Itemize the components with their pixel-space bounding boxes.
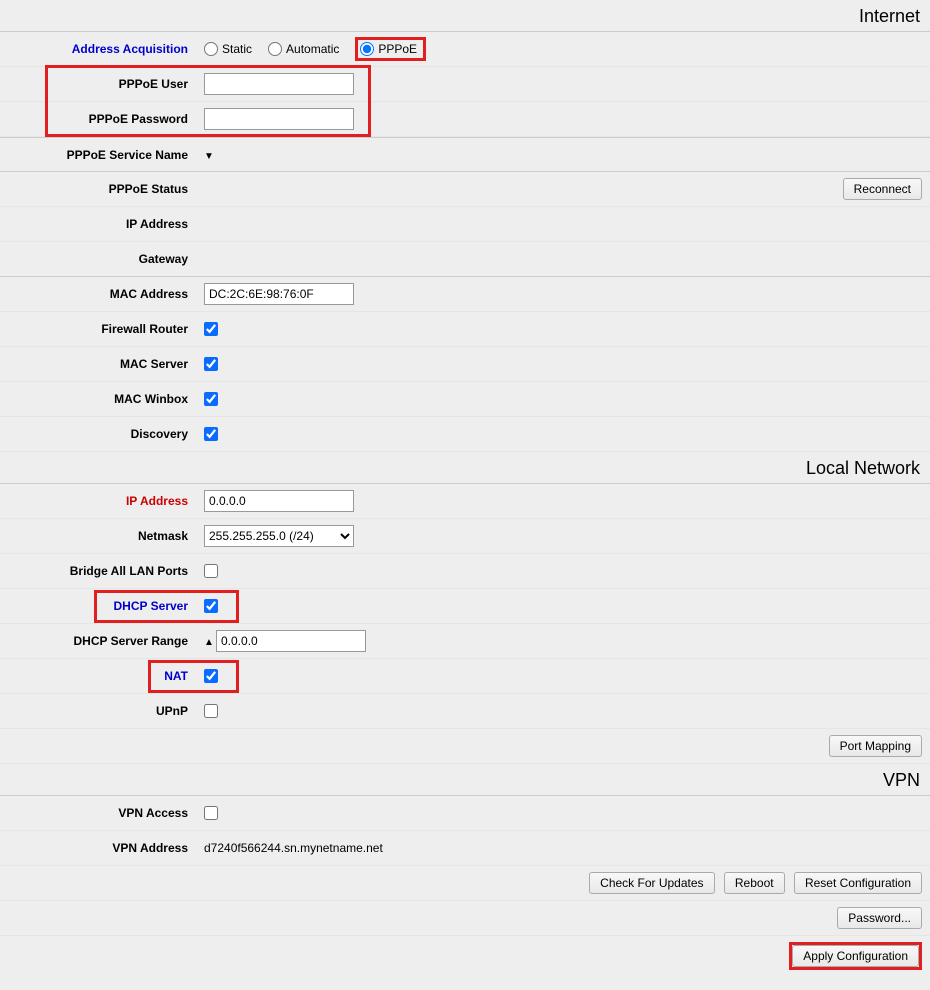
reset-config-button[interactable]: Reset Configuration bbox=[794, 872, 922, 894]
row-pppoe-password: PPPoE Password bbox=[0, 102, 930, 137]
pppoe-user-input[interactable] bbox=[204, 73, 354, 95]
dhcp-server-checkbox[interactable] bbox=[204, 599, 218, 613]
discovery-checkbox[interactable] bbox=[204, 427, 218, 441]
label-bridge-all: Bridge All LAN Ports bbox=[0, 564, 200, 578]
label-dhcp-range: DHCP Server Range bbox=[0, 634, 200, 648]
label-netmask: Netmask bbox=[0, 529, 200, 543]
row-discovery: Discovery bbox=[0, 417, 930, 452]
row-dhcp-server: DHCP Server bbox=[0, 589, 930, 624]
radio-automatic-input[interactable] bbox=[268, 42, 282, 56]
row-upnp: UPnP bbox=[0, 694, 930, 729]
pppoe-password-input[interactable] bbox=[204, 108, 354, 130]
local-ip-input[interactable] bbox=[204, 490, 354, 512]
row-pppoe-status: PPPoE Status Reconnect bbox=[0, 172, 930, 207]
row-dhcp-range: DHCP Server Range ▲ bbox=[0, 624, 930, 659]
label-ip-address: IP Address bbox=[0, 217, 200, 231]
label-dhcp-server: DHCP Server bbox=[0, 599, 200, 613]
section-vpn-header: VPN bbox=[0, 764, 930, 796]
reconnect-button[interactable]: Reconnect bbox=[843, 178, 922, 200]
upnp-checkbox[interactable] bbox=[204, 704, 218, 718]
nat-checkbox[interactable] bbox=[204, 669, 218, 683]
label-pppoe-service-name: PPPoE Service Name bbox=[0, 148, 200, 162]
section-internet-header: Internet bbox=[0, 0, 930, 32]
row-ip-address: IP Address bbox=[0, 207, 930, 242]
label-upnp: UPnP bbox=[0, 704, 200, 718]
port-mapping-row: Port Mapping bbox=[0, 729, 930, 764]
row-firewall-router: Firewall Router bbox=[0, 312, 930, 347]
dhcp-range-input[interactable] bbox=[216, 630, 366, 652]
mac-winbox-checkbox[interactable] bbox=[204, 392, 218, 406]
row-vpn-address: VPN Address d7240f566244.sn.mynetname.ne… bbox=[0, 831, 930, 866]
label-local-ip: IP Address bbox=[0, 494, 200, 508]
row-bridge-all: Bridge All LAN Ports bbox=[0, 554, 930, 589]
label-mac-server: MAC Server bbox=[0, 357, 200, 371]
mac-address-input[interactable] bbox=[204, 283, 354, 305]
label-pppoe-user: PPPoE User bbox=[0, 77, 200, 91]
label-mac-address: MAC Address bbox=[0, 287, 200, 301]
port-mapping-button[interactable]: Port Mapping bbox=[829, 735, 922, 757]
radio-static-label: Static bbox=[222, 42, 252, 56]
chevron-up-icon[interactable]: ▲ bbox=[204, 637, 216, 648]
radio-pppoe-label: PPPoE bbox=[378, 42, 417, 56]
check-updates-button[interactable]: Check For Updates bbox=[589, 872, 714, 894]
password-button[interactable]: Password... bbox=[837, 907, 922, 929]
actions-row-3: Apply Configuration bbox=[0, 936, 930, 976]
label-pppoe-password: PPPoE Password bbox=[0, 112, 200, 126]
mac-server-checkbox[interactable] bbox=[204, 357, 218, 371]
label-vpn-access: VPN Access bbox=[0, 806, 200, 820]
row-gateway: Gateway bbox=[0, 242, 930, 277]
radio-automatic[interactable]: Automatic bbox=[268, 42, 339, 56]
row-pppoe-user: PPPoE User bbox=[0, 67, 930, 102]
row-vpn-access: VPN Access bbox=[0, 796, 930, 831]
netmask-select[interactable]: 255.255.255.0 (/24) bbox=[204, 525, 354, 547]
radio-automatic-label: Automatic bbox=[286, 42, 339, 56]
row-netmask: Netmask 255.255.255.0 (/24) bbox=[0, 519, 930, 554]
radio-static[interactable]: Static bbox=[204, 42, 252, 56]
section-local-header: Local Network bbox=[0, 452, 930, 484]
actions-row-1: Check For Updates Reboot Reset Configura… bbox=[0, 866, 930, 901]
label-mac-winbox: MAC Winbox bbox=[0, 392, 200, 406]
label-pppoe-status: PPPoE Status bbox=[0, 182, 200, 196]
row-address-acquisition: Address Acquisition Static Automatic PPP… bbox=[0, 32, 930, 67]
radio-pppoe[interactable]: PPPoE bbox=[360, 42, 417, 56]
apply-config-button[interactable]: Apply Configuration bbox=[792, 945, 919, 967]
bridge-all-checkbox[interactable] bbox=[204, 564, 218, 578]
row-local-ip: IP Address bbox=[0, 484, 930, 519]
label-discovery: Discovery bbox=[0, 427, 200, 441]
chevron-down-icon[interactable]: ▼ bbox=[204, 151, 216, 162]
label-firewall-router: Firewall Router bbox=[0, 322, 200, 336]
vpn-address-value: d7240f566244.sn.mynetname.net bbox=[200, 841, 930, 855]
vpn-access-checkbox[interactable] bbox=[204, 806, 218, 820]
row-mac-address: MAC Address bbox=[0, 277, 930, 312]
radio-static-input[interactable] bbox=[204, 42, 218, 56]
radio-pppoe-input[interactable] bbox=[360, 42, 374, 56]
row-mac-server: MAC Server bbox=[0, 347, 930, 382]
row-mac-winbox: MAC Winbox bbox=[0, 382, 930, 417]
reboot-button[interactable]: Reboot bbox=[724, 872, 785, 894]
label-vpn-address: VPN Address bbox=[0, 841, 200, 855]
firewall-router-checkbox[interactable] bbox=[204, 322, 218, 336]
label-gateway: Gateway bbox=[0, 252, 200, 266]
label-address-acquisition: Address Acquisition bbox=[0, 42, 200, 56]
label-nat: NAT bbox=[0, 669, 200, 683]
row-pppoe-service-name: PPPoE Service Name ▼ bbox=[0, 137, 930, 172]
actions-row-2: Password... bbox=[0, 901, 930, 936]
row-nat: NAT bbox=[0, 659, 930, 694]
